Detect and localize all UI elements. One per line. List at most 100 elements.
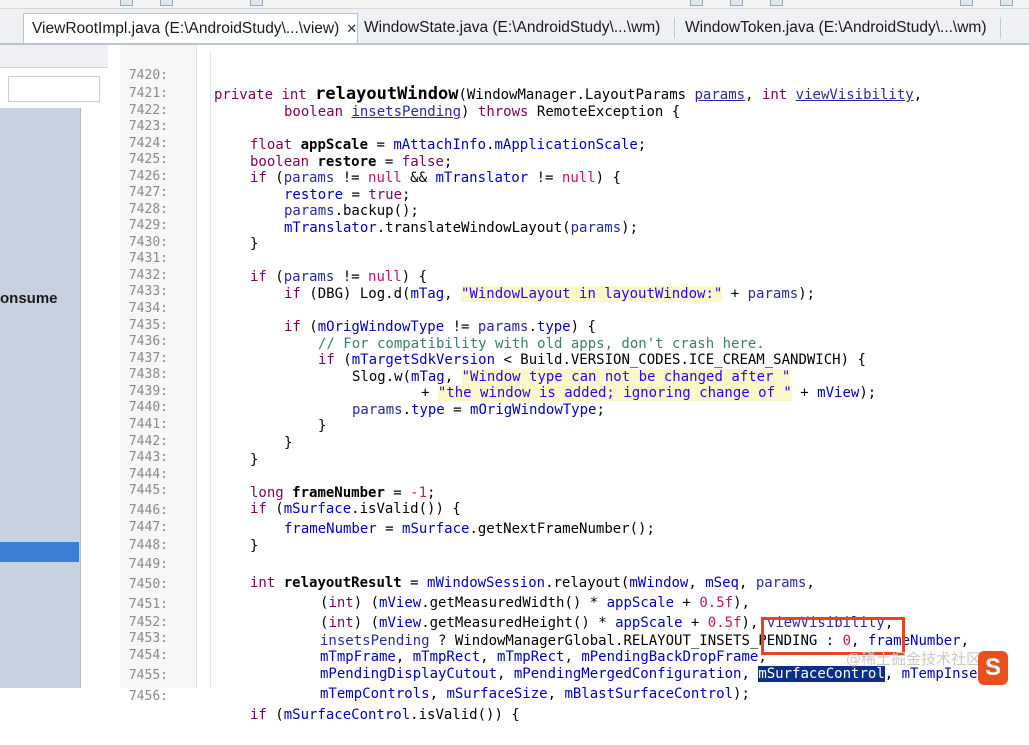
tab-windowstate[interactable]: WindowState.java (E:\AndroidStudy\...\wm… <box>356 13 674 43</box>
code-text: < Build.VERSION_CODES.ICE_CREAM_SANDWICH… <box>495 352 866 368</box>
field: mOrigWindowType <box>317 319 445 335</box>
sogou-logo-icon: S <box>978 651 1008 685</box>
code-line: 7446: frameNumber = mSurface.getNextFram… <box>108 483 655 537</box>
code-text: + <box>682 615 708 631</box>
outline-selected-item[interactable] <box>0 542 79 562</box>
string-literal: "WindowLayout in layoutWindow:" <box>461 286 723 302</box>
editor-tab-bar: ViewRootImpl.java (E:\AndroidStudy\...\v… <box>0 9 1029 45</box>
field: mOrigWindowType <box>470 402 597 418</box>
code-line: 7429: } <box>108 198 259 252</box>
code-line: 7449: int relayoutResult = mWindowSessio… <box>108 537 815 591</box>
code-text: ( <box>266 707 284 723</box>
code-line: 7432: if (DBG) Log.d(mTag, "WindowLayout… <box>108 248 815 302</box>
code-text: } <box>250 452 259 468</box>
toolbar-icon[interactable] <box>690 0 703 6</box>
param: params <box>283 170 335 186</box>
field: type <box>536 319 571 335</box>
toolbar-icon[interactable] <box>120 0 133 6</box>
code-editor[interactable]: 7420: private int relayoutWindow(WindowM… <box>108 45 1029 723</box>
tab-viewrootimpl[interactable]: ViewRootImpl.java (E:\AndroidStudy\...\v… <box>23 13 358 43</box>
code-text: , <box>741 666 759 682</box>
code-line: 7427: params.backup(); <box>108 165 419 219</box>
code-line: 7440: } <box>108 380 327 434</box>
indent-guide <box>210 53 212 688</box>
field: mSurfaceControl <box>283 707 411 723</box>
param: viewVisibility <box>795 87 914 103</box>
code-text: } <box>250 538 259 554</box>
keyword: private <box>214 87 274 103</box>
keyword: boolean <box>250 154 310 170</box>
code-text: RemoteException { <box>528 104 681 120</box>
toolbar-icon[interactable] <box>770 0 783 6</box>
line-number: 7456: <box>128 689 168 704</box>
code-text: , <box>497 666 514 682</box>
param: params <box>352 402 403 418</box>
number-literal: -1 <box>410 485 428 501</box>
watermark: @稀土掘金技术社区 <box>846 650 982 668</box>
variable: restore <box>317 154 377 170</box>
code-text: ); <box>798 286 816 302</box>
code-text: = <box>376 521 403 537</box>
null-literal: null <box>561 170 596 186</box>
code-line: 7452: insetsPending ? WindowManagerGloba… <box>108 595 969 649</box>
code-line: 7423: float appScale = mAttachInfo.mAppl… <box>108 99 646 153</box>
code-text: , <box>688 575 706 591</box>
code-line: 7443: <box>108 430 168 465</box>
field: mSurface <box>283 501 352 517</box>
tab-label: WindowToken.java (E:\AndroidStudy\...\wm… <box>685 19 987 36</box>
code-text: ) { <box>570 319 596 335</box>
toolbar-icon[interactable] <box>250 0 263 6</box>
field: type <box>411 402 445 418</box>
keyword: int <box>250 575 276 591</box>
keyword: if <box>250 269 267 285</box>
code-text: .backup(); <box>334 203 419 219</box>
toolbar-icon[interactable] <box>1000 0 1013 6</box>
code-line: 7435: // For compatibility with old apps… <box>108 298 765 352</box>
outline-list[interactable] <box>0 108 80 688</box>
code-text: .getMeasuredWidth() * <box>421 595 607 611</box>
code-text: } <box>284 435 293 451</box>
code-line: 7441: } <box>108 397 293 451</box>
code-text: + <box>421 385 438 401</box>
code-text: , <box>738 575 756 591</box>
param: params <box>694 87 746 103</box>
code-text: .relayout( <box>545 575 630 591</box>
code-line: 7425: if (params != null && mTranslator … <box>108 132 621 186</box>
variable: restore <box>284 187 344 203</box>
tab-windowtoken[interactable]: WindowToken.java (E:\AndroidStudy\...\wm… <box>677 13 997 43</box>
code-text: ); <box>733 686 750 702</box>
code-text: .isValid()) { <box>410 707 520 723</box>
search-input[interactable] <box>8 76 100 102</box>
code-text: = <box>343 187 369 203</box>
keyword: int <box>281 87 307 103</box>
toolbar-icon[interactable] <box>160 0 173 6</box>
field: mPendingBackDropFrame <box>581 649 759 665</box>
comment: // For compatibility with old apps, don'… <box>318 336 765 352</box>
code-text: + <box>722 286 748 302</box>
code-line: 7438: + "the window is added; ignoring c… <box>108 347 876 401</box>
code-text: ); <box>621 220 639 236</box>
toolbar-icon[interactable] <box>730 0 743 6</box>
variable: frameNumber <box>292 485 385 501</box>
code-text: ) { <box>401 269 428 285</box>
outline-item-label[interactable]: onsume <box>0 290 58 307</box>
string-literal: "Window type can not be changed after " <box>461 369 791 385</box>
keyword: false <box>401 154 444 170</box>
field: mTmpRect <box>497 649 565 665</box>
code-text: + <box>791 385 818 401</box>
code-line: 7431: if (params != null) { <box>108 231 427 285</box>
method-name: relayoutWindow <box>315 84 459 104</box>
code-text: . <box>528 319 537 335</box>
code-line: 7455: mTempControls, mSurfaceSize, mBlas… <box>108 648 750 702</box>
field: mTranslator <box>435 170 529 186</box>
toolbar-icon[interactable] <box>960 0 973 6</box>
field: mSurfaceSize <box>446 686 548 702</box>
keyword: if <box>284 286 301 302</box>
variable: appScale <box>615 615 683 631</box>
code-line: 7447: } <box>108 500 259 554</box>
code-text: ) { <box>595 170 621 186</box>
code-line: 7430: <box>108 215 168 250</box>
code-text: (DBG) Log.d( <box>300 286 411 302</box>
